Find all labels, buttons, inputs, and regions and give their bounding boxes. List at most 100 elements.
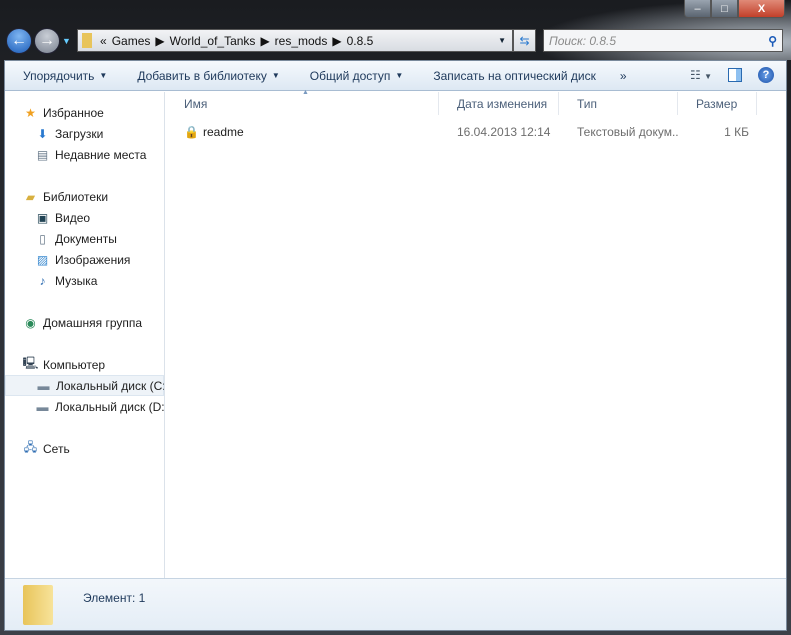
arrow-right-icon: →	[39, 32, 55, 49]
minimize-button[interactable]: –	[684, 0, 711, 18]
file-date: 16.04.2013 12:14	[457, 125, 551, 139]
column-type[interactable]: Тип	[559, 92, 678, 115]
back-button[interactable]: ←	[6, 28, 32, 54]
music-icon: ♪	[39, 273, 46, 288]
sidebar-libraries[interactable]: ▰ Библиотеки	[5, 186, 164, 207]
computer-icon: 🖳	[22, 356, 39, 370]
downloads-folder-icon: ⬇	[37, 126, 48, 141]
chevron-down-icon: ▼	[395, 71, 404, 80]
file-list: Имя ▲ Дата изменения Тип Размер 🔒 readme 1…	[166, 89, 786, 578]
forward-button[interactable]: →	[34, 28, 60, 54]
sidebar-item-pictures[interactable]: ▨ Изображения	[5, 249, 164, 270]
column-label: Имя	[184, 96, 208, 111]
help-button[interactable]: ?	[758, 67, 774, 83]
view-options-button[interactable]: ☷ ▼	[690, 68, 712, 82]
sidebar-item-downloads[interactable]: ⬇ Загрузки	[5, 123, 164, 144]
add-to-library-button[interactable]: Добавить в библиотеку ▼	[125, 69, 291, 83]
navigation-pane: ★ Избранное ⬇ Загрузки ▤ Недавние места ▰ Би…	[5, 92, 165, 578]
search-box: ⚲	[543, 29, 783, 52]
sidebar-favorites[interactable]: ★ Избранное	[5, 102, 164, 123]
search-icon[interactable]: ⚲	[768, 34, 777, 48]
breadcrumb-world-of-tanks[interactable]: World_of_Tanks	[170, 34, 256, 48]
organize-label: Упорядочить	[23, 68, 95, 83]
burn-button[interactable]: Записать на оптический диск	[421, 69, 608, 83]
chevron-down-icon: ▼	[704, 72, 712, 81]
breadcrumb-overflow[interactable]: «	[100, 34, 107, 48]
system-drive-icon: ▬	[37, 378, 50, 393]
sidebar-label: Компьютер	[43, 357, 106, 372]
sidebar-item-drive-d[interactable]: ▬ Локальный диск (D:)	[5, 396, 165, 417]
sidebar-item-drive-c[interactable]: ▬ Локальный диск (C:)	[5, 375, 164, 396]
chevron-down-icon: ▼	[99, 71, 108, 80]
column-name[interactable]: Имя ▲	[166, 89, 439, 115]
explorer-window: Упорядочить ▼ Добавить в библиотеку ▼ Общи…	[4, 60, 787, 631]
preview-pane-button[interactable]	[728, 68, 742, 82]
chevron-right-icon[interactable]: ▶	[155, 34, 164, 48]
toolbar: Упорядочить ▼ Добавить в библиотеку ▼ Общи…	[5, 61, 786, 91]
sidebar-label: Локальный диск (C:)	[56, 378, 165, 393]
sidebar-label: Видео	[55, 210, 91, 225]
homegroup-icon: ◉	[25, 315, 36, 330]
breadcrumb-res-mods[interactable]: res_mods	[275, 34, 328, 48]
sidebar-label: Библиотеки	[43, 189, 109, 204]
breadcrumb-0-8-5[interactable]: 0.8.5	[347, 34, 374, 48]
search-input[interactable]	[549, 33, 749, 48]
pictures-icon: ▨	[36, 252, 49, 267]
sidebar-label: Изображения	[55, 252, 131, 267]
toolbar-right: ☷ ▼ ?	[690, 67, 774, 83]
column-date[interactable]: Дата изменения	[439, 92, 559, 115]
video-icon: ▣	[36, 210, 49, 225]
sidebar-label: Локальный диск (D:)	[55, 399, 165, 414]
breadcrumb-games[interactable]: Games	[112, 34, 151, 48]
chevron-down-icon: ▼	[271, 71, 280, 80]
folder-icon	[23, 585, 53, 625]
share-button[interactable]: Общий доступ ▼	[298, 69, 416, 83]
star-icon: ★	[25, 105, 36, 120]
recent-pages-dropdown[interactable]: ▼	[62, 36, 71, 46]
sidebar-network[interactable]: 🖧 Сеть	[5, 438, 164, 459]
more-button[interactable]: »	[608, 69, 639, 83]
address-bar[interactable]: « Games ▶ World_of_Tanks ▶ res_mods ▶ 0.8.5…	[77, 29, 513, 52]
file-row[interactable]: 🔒 readme 16.04.2013 12:14 Текстовый докум…	[166, 121, 786, 143]
text-file-locked-icon: 🔒	[184, 125, 199, 139]
file-name: readme	[203, 125, 244, 139]
sidebar-item-recent-places[interactable]: ▤ Недавние места	[5, 144, 164, 165]
refresh-icon: ⇆	[519, 33, 530, 48]
share-label: Общий доступ	[309, 68, 391, 83]
details-pane: Элемент: 1	[5, 578, 786, 630]
libraries-icon: ▰	[25, 189, 36, 204]
sidebar-item-music[interactable]: ♪ Музыка	[5, 270, 164, 291]
file-size: 1 КБ	[724, 125, 749, 139]
window-controls: – □ X	[684, 0, 785, 18]
maximize-button[interactable]: □	[711, 0, 738, 18]
document-icon: ▯	[39, 231, 46, 246]
refresh-button[interactable]: ⇆	[513, 29, 536, 52]
chevron-right-icon[interactable]: ▶	[332, 34, 341, 48]
close-button[interactable]: X	[738, 0, 785, 18]
sidebar-label: Сеть	[43, 441, 70, 456]
column-headers: Имя ▲ Дата изменения Тип Размер	[166, 89, 786, 116]
item-count: Элемент: 1	[83, 591, 146, 605]
file-type: Текстовый докум...	[577, 125, 678, 139]
address-dropdown-icon[interactable]: ▼	[498, 36, 506, 45]
sidebar-item-video[interactable]: ▣ Видео	[5, 207, 164, 228]
sidebar-computer[interactable]: 🖳 Компьютер	[5, 354, 164, 375]
sidebar-item-documents[interactable]: ▯ Документы	[5, 228, 164, 249]
add-library-label: Добавить в библиотеку	[137, 68, 267, 83]
organize-button[interactable]: Упорядочить ▼	[11, 69, 119, 83]
sidebar-label: Документы	[55, 231, 117, 246]
drive-icon: ▬	[36, 399, 49, 414]
sidebar-label: Загрузки	[55, 126, 104, 141]
column-size[interactable]: Размер	[678, 92, 757, 115]
navigation: ← → ▼	[6, 28, 71, 54]
sort-ascending-icon: ▲	[302, 89, 309, 96]
sidebar-label: Избранное	[43, 105, 104, 120]
arrow-left-icon: ←	[11, 32, 27, 49]
sidebar-label: Домашняя группа	[43, 315, 143, 330]
recent-places-icon: ▤	[36, 147, 49, 162]
sidebar-label: Музыка	[55, 273, 98, 288]
sidebar-homegroup[interactable]: ◉ Домашняя группа	[5, 312, 164, 333]
network-icon: 🖧	[23, 440, 38, 454]
chevron-right-icon[interactable]: ▶	[260, 34, 269, 48]
sidebar-label: Недавние места	[55, 147, 147, 162]
